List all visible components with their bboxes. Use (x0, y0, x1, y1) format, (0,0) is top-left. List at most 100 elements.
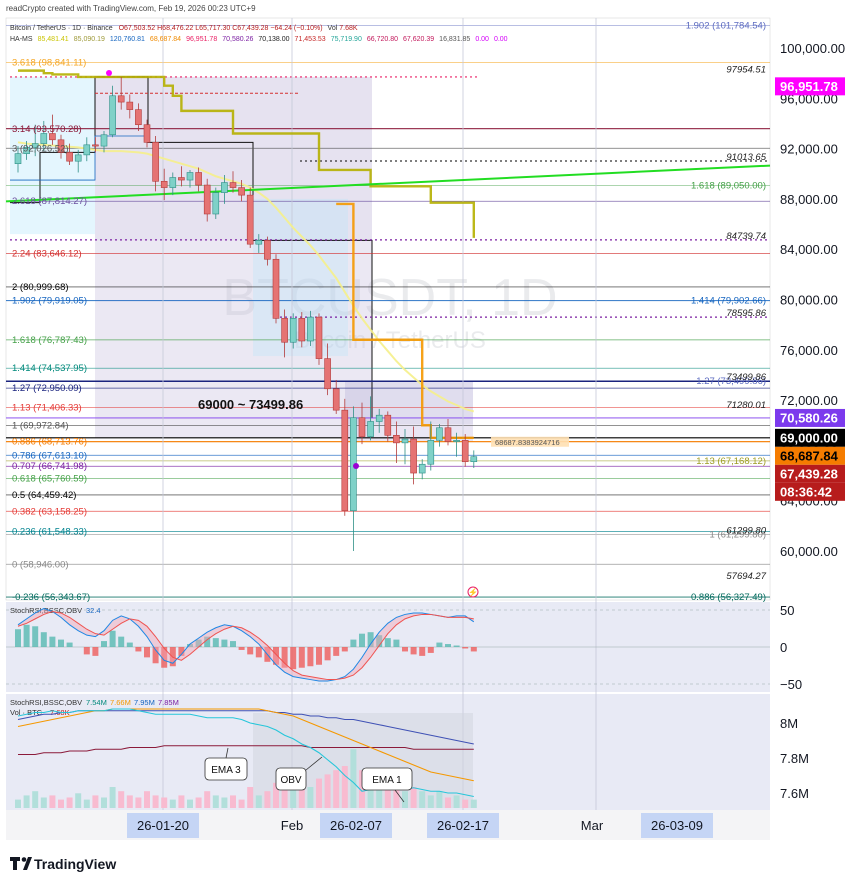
level-right-label: 73499.86 (726, 372, 766, 383)
candle-body (461, 440, 469, 463)
ha-value: 67,620.39 (403, 36, 434, 43)
stoch-hist-bar (126, 642, 133, 647)
ha-value: 71,453.53 (295, 36, 326, 43)
time-axis-label: Mar (581, 818, 604, 833)
ohlc-values: O67,503.52 H68,476.22 L65,717.30 C67,439… (119, 25, 323, 32)
time-axis-label: 26-02-07 (330, 818, 382, 833)
vol-axis-tick: 8M (780, 716, 798, 731)
candle-body (143, 124, 151, 143)
price-axis-tick: 92,000.00 (780, 142, 838, 157)
price-badge-label: 69,000.00 (780, 430, 838, 445)
candle-body (160, 180, 168, 188)
candle-body (418, 463, 426, 474)
fib-left-label: 2.618 (87,814.27) (12, 196, 87, 207)
stoch-hist-bar (49, 636, 56, 647)
candle-body (315, 316, 323, 359)
price-axis-tick: 72,000.00 (780, 393, 838, 408)
fib-left-label: 1.902 (79,919.05) (12, 296, 87, 307)
stoch-hist-bar (290, 647, 297, 670)
vol-panel-value: 7.95M (134, 698, 155, 707)
volume-bar (187, 799, 193, 808)
candle-body (401, 438, 409, 444)
candle-body (126, 101, 134, 110)
fib-left-label: 2 (80,999.68) (12, 282, 69, 293)
stoch-hist-bar (393, 639, 400, 647)
level-right-label: 78595.86 (726, 308, 766, 319)
ha-value: 66,720.80 (367, 36, 398, 43)
fib-right-label: 0.886 (56,327.49) (691, 592, 766, 603)
stoch-axis-tick: −50 (780, 677, 802, 692)
vol-value: 7.68K (339, 25, 358, 32)
stoch-axis-tick: 50 (780, 603, 794, 618)
fib-right-label: 1.618 (89,050.00) (691, 181, 766, 192)
candle-body (384, 414, 392, 436)
tradingview-chart: BTCUSDT, 1D Bitcoin / TetherUS ⚡ 3.618 (9… (0, 0, 860, 884)
volume-bar (341, 766, 348, 808)
stoch-hist-bar (470, 647, 477, 652)
stoch-hist-bar (402, 647, 408, 652)
candle-body (341, 409, 349, 512)
price-axis-tick: 60,000.00 (780, 544, 838, 559)
stoch-hist-bar (58, 639, 64, 647)
marker-dot (353, 463, 359, 469)
time-axis-label: 26-03-09 (651, 818, 703, 833)
fib-left-label: 0.236 (61,548.33) (12, 527, 87, 538)
stoch-hist-bar (359, 633, 365, 647)
vol-panel-value: 7.85M (158, 698, 179, 707)
candle-body (444, 427, 452, 442)
price-axis-tick: 80,000.00 (780, 293, 838, 308)
volume-bar (324, 774, 331, 808)
stoch-hist-bar (307, 647, 314, 667)
volume-bar (350, 749, 357, 808)
callout-label: OBV (280, 775, 301, 786)
stoch-hist-bar (109, 630, 116, 647)
fib-left-label: 3.618 (98,841.11) (12, 58, 86, 69)
candle-body (436, 427, 443, 441)
volume-bar (83, 799, 90, 808)
level-right-label: 97954.51 (726, 65, 766, 76)
ha-value: 96,951.78 (186, 36, 217, 43)
level-right-label: 61299.80 (726, 526, 766, 537)
price-axis-tick: 84,000.00 (780, 242, 838, 257)
stoch-hist-bar (350, 639, 357, 647)
ha-value: 85,481.41 (38, 36, 69, 43)
stoch-hist-bar (101, 641, 107, 647)
fib-left-label: 0.382 (63,158.25) (12, 506, 87, 517)
ha-value: 16,831.85 (439, 36, 470, 43)
level-right-label: 91013.65 (726, 152, 766, 163)
stoch-hist-bar (92, 647, 99, 656)
candle-body (324, 358, 331, 390)
candle-body (195, 172, 202, 186)
stoch-hist-bar (255, 647, 262, 658)
candle-body (246, 194, 254, 245)
ha-value: 0.00 (494, 36, 508, 43)
candle-body (152, 142, 159, 182)
ha-value: 120,760.81 (110, 36, 145, 43)
volume-bar (126, 795, 133, 808)
candle-body (289, 318, 297, 343)
callout-label: EMA 1 (372, 775, 402, 786)
stoch-axis-tick: 0 (780, 640, 787, 655)
volume-bar (58, 799, 64, 808)
volume-bar (453, 795, 460, 808)
ha-value: 75,719.90 (331, 36, 362, 43)
level-right-label: 84739.74 (726, 231, 766, 242)
stoch-hist-bar (462, 647, 469, 649)
candle-body (40, 133, 48, 144)
volume-bar (255, 795, 262, 808)
fib-left-label: 1.13 (71,406.33) (12, 403, 82, 414)
ha-value: 70,138.00 (258, 36, 289, 43)
ha-value: 0.00 (475, 36, 489, 43)
symbol-line: Bitcoin / TetherUS · 1D · Binance O67,503… (10, 25, 358, 32)
stoch-hist-bar (341, 647, 348, 652)
fib-left-label: 1.27 (72,950.09) (12, 383, 82, 394)
candle-body (135, 109, 142, 126)
stoch-hist-bar (427, 647, 434, 653)
candle-body (298, 318, 306, 342)
ha-ms-label: HA-MS (10, 36, 33, 43)
chart-canvas: BTCUSDT, 1DBitcoin / TetherUS ⚡ 3.618 (9… (0, 0, 860, 884)
logo-dot-icon (21, 857, 27, 862)
stoch-hist-bar (436, 642, 443, 647)
candle-body (14, 153, 22, 164)
volume-bar (419, 791, 426, 808)
